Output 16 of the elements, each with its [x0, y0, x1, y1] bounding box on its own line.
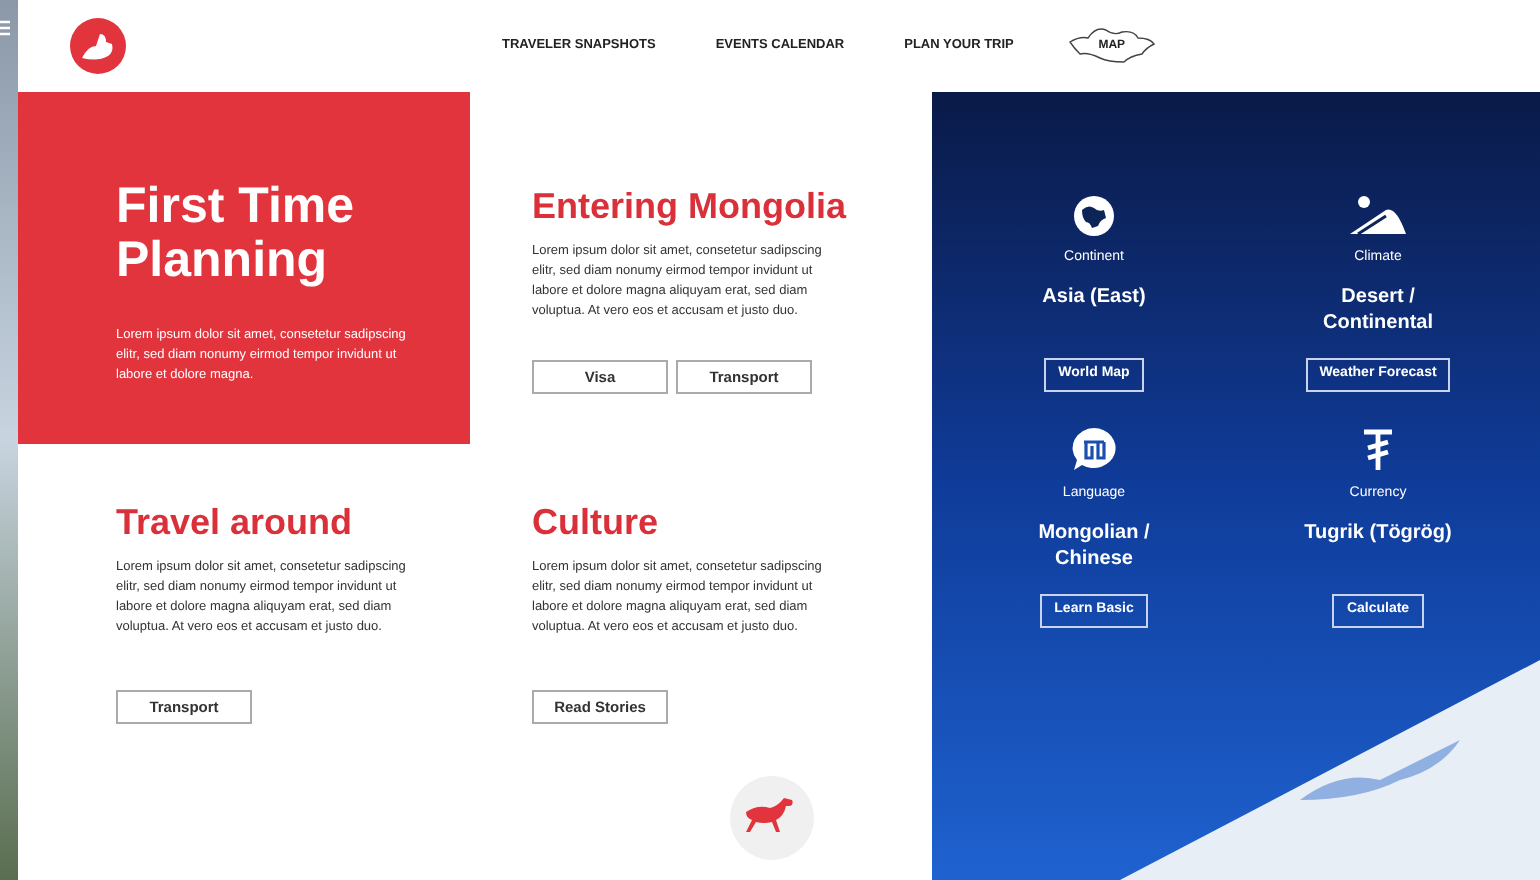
tugrik-sign-icon [1360, 426, 1396, 474]
section-heading: Culture [532, 502, 660, 542]
horse-logo-icon[interactable] [730, 776, 814, 860]
menu-icon[interactable] [0, 20, 10, 36]
speech-bubble-icon [1070, 426, 1118, 474]
section-heading: First Time Planning [116, 180, 357, 288]
logo-icon[interactable] [70, 18, 126, 74]
fact-value: Mongolian / Chinese [1036, 519, 1152, 571]
section-heading: Entering Mongolia [532, 186, 849, 226]
country-outline-icon [1067, 24, 1156, 68]
fact-value: Tugrik (Tögrög) [1302, 519, 1454, 547]
globe-icon [1072, 194, 1116, 238]
section-heading: Travel around [116, 502, 355, 542]
fact-value: Asia (East) [1040, 283, 1148, 311]
dune-icon [1346, 194, 1410, 238]
fact-value: Desert / Continental [1321, 283, 1435, 335]
